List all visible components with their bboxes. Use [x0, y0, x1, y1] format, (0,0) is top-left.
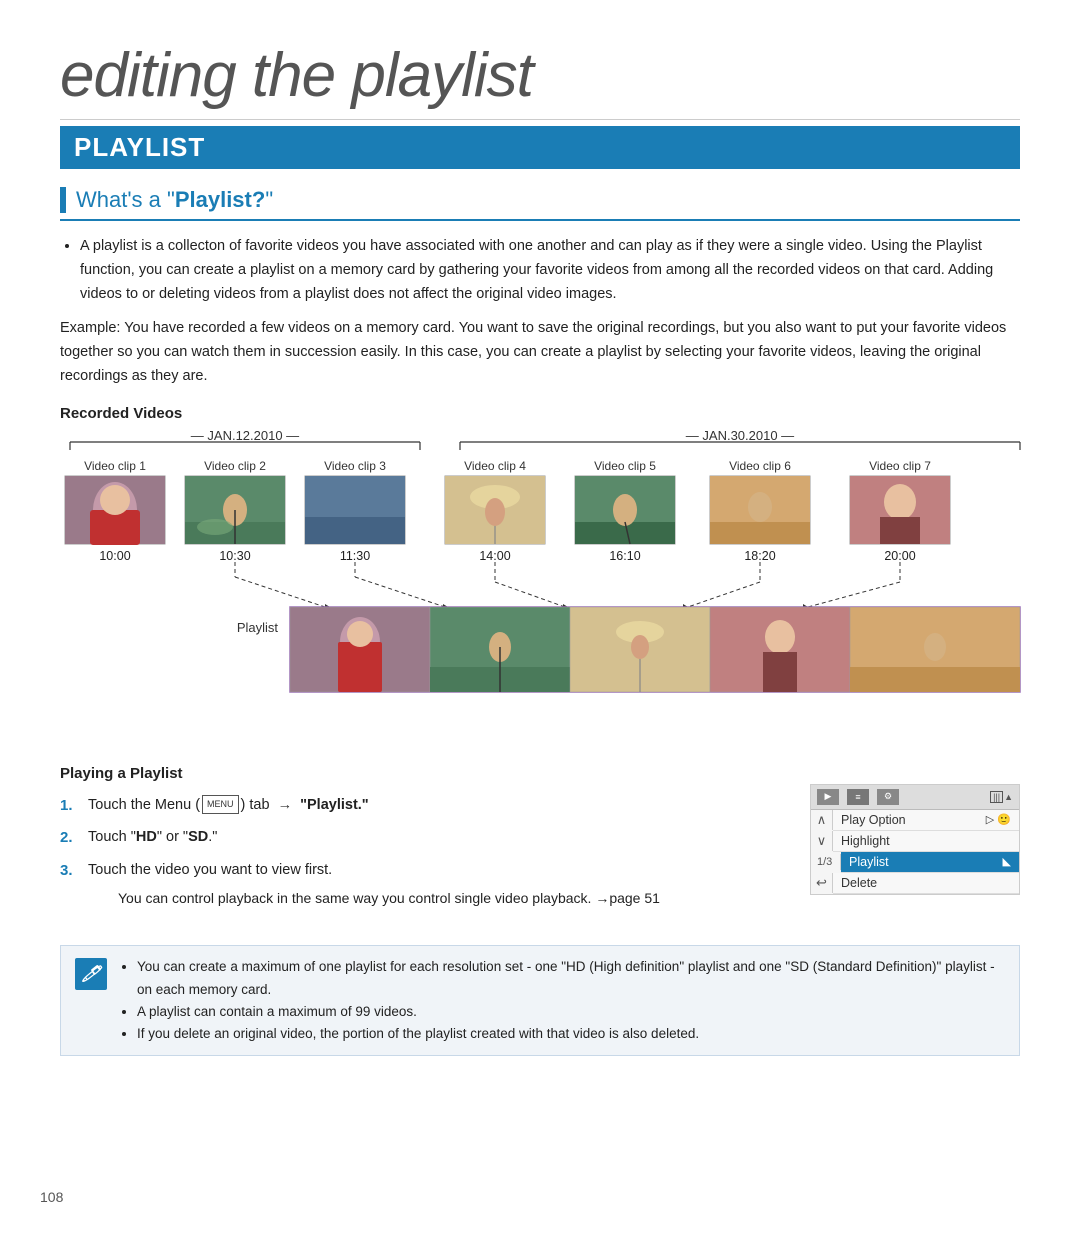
- menu-down-btn[interactable]: ∨: [811, 831, 833, 851]
- menu-item-playlist[interactable]: Playlist ◣: [841, 852, 1019, 873]
- menu-item-play-option[interactable]: Play Option ▷ 🙂: [833, 810, 1019, 831]
- svg-text:11:30: 11:30: [340, 549, 370, 563]
- sub-section-title: What's a "Playlist?": [60, 187, 1020, 221]
- menu-back-btn[interactable]: ↩: [811, 873, 833, 893]
- arrow-right-1: →: [278, 794, 293, 818]
- menu-icon-label: MENU: [202, 795, 239, 814]
- svg-text:20:00: 20:00: [884, 549, 915, 563]
- svg-text:— JAN.12.2010 —: — JAN.12.2010 —: [191, 428, 299, 443]
- svg-text:Video clip 4: Video clip 4: [464, 459, 526, 473]
- svg-text:— JAN.30.2010 —: — JAN.30.2010 —: [686, 428, 794, 443]
- step-2: 2. Touch "HD" or "SD.": [60, 826, 790, 851]
- svg-text:Video clip 7: Video clip 7: [869, 459, 931, 473]
- svg-text:10:00: 10:00: [99, 549, 130, 563]
- section-title-bar: PLAYLIST: [60, 126, 1020, 169]
- menu-item-delete[interactable]: Delete: [833, 873, 1019, 894]
- step-3-num: 3.: [60, 859, 82, 884]
- menu-panel: ▶ ≡ ⚙ ||| ▲ ∧ Play Option ▷ 🙂 ∨ Highlig: [810, 784, 1020, 895]
- step-3: 3. Touch the video you want to view firs…: [60, 859, 790, 917]
- recorded-videos-label: Recorded Videos: [60, 405, 1020, 422]
- example-text: Example: You have recorded a few videos …: [60, 317, 1020, 389]
- svg-text:Video clip 1: Video clip 1: [84, 459, 146, 473]
- svg-text:Video clip 5: Video clip 5: [594, 459, 656, 473]
- step-2-num: 2.: [60, 826, 82, 851]
- note-box: 🖊 You can create a maximum of one playli…: [60, 945, 1020, 1056]
- svg-text:Video clip 2: Video clip 2: [204, 459, 266, 473]
- note-3: If you delete an original video, the por…: [137, 1023, 1005, 1045]
- page-number: 108: [40, 1189, 63, 1205]
- what-is-body: A playlist is a collecton of favorite vi…: [60, 235, 1020, 307]
- menu-panel-nav: ∧ Play Option ▷ 🙂 ∨ Highlight 1/3 Playli…: [811, 810, 1019, 894]
- playing-section: Playing a Playlist ▶ ≡ ⚙ ||| ▲ ∧ Play Op…: [60, 765, 1020, 932]
- svg-text:Video clip 6: Video clip 6: [729, 459, 791, 473]
- svg-text:Video clip 3: Video clip 3: [324, 459, 386, 473]
- grid-icon: ≡: [847, 789, 869, 805]
- play-option-arrow: ▷ 🙂: [986, 813, 1011, 826]
- playing-label: Playing a Playlist: [60, 765, 1020, 782]
- menu-item-highlight[interactable]: Highlight: [833, 831, 1019, 852]
- step-3-sub-1: You can control playback in the same way…: [118, 887, 790, 909]
- diagram-area: — JAN.12.2010 — — JAN.30.2010 — Video cl…: [60, 432, 1020, 747]
- gear-icon: ⚙: [877, 789, 899, 805]
- step-3-sub-bullets: You can control playback in the same way…: [88, 887, 790, 909]
- menu-panel-top: ▶ ≡ ⚙ ||| ▲: [811, 785, 1019, 810]
- battery-icon: ||| ▲: [990, 791, 1013, 803]
- svg-text:10:30: 10:30: [219, 549, 250, 563]
- step-1-num: 1.: [60, 794, 82, 819]
- play-icon: ▶: [817, 789, 839, 805]
- svg-text:14:00: 14:00: [479, 549, 510, 563]
- svg-text:Playlist: Playlist: [237, 620, 279, 635]
- what-is-bullet: A playlist is a collecton of favorite vi…: [80, 235, 1020, 307]
- step-3-content: Touch the video you want to view first. …: [88, 859, 790, 917]
- playlist-arrow: ◣: [1003, 855, 1011, 868]
- menu-up-btn[interactable]: ∧: [811, 810, 833, 830]
- menu-nav-down-row: ∨ Highlight: [811, 831, 1019, 852]
- main-title: editing the playlist: [60, 40, 1020, 120]
- menu-nav-up-row: ∧ Play Option ▷ 🙂: [811, 810, 1019, 831]
- menu-nav-playlist-row: 1/3 Playlist ◣: [811, 852, 1019, 873]
- page-indicator: 1/3: [811, 854, 841, 870]
- svg-text:16:10: 16:10: [609, 549, 640, 563]
- blue-bar-decoration: [60, 187, 66, 213]
- what-is-title-post: ": [265, 187, 273, 213]
- what-is-title-bold: Playlist?: [175, 187, 265, 213]
- note-2: A playlist can contain a maximum of 99 v…: [137, 1001, 1005, 1023]
- note-list: You can create a maximum of one playlist…: [119, 956, 1005, 1045]
- menu-nav-delete-row: ↩ Delete: [811, 873, 1019, 894]
- note-1: You can create a maximum of one playlist…: [137, 956, 1005, 1001]
- step-1: 1. Touch the Menu (MENU) tab → "Playlist…: [60, 794, 790, 819]
- clips-diagram: — JAN.12.2010 — — JAN.30.2010 — Video cl…: [60, 432, 1020, 742]
- note-content: You can create a maximum of one playlist…: [119, 956, 1005, 1045]
- step-1-content: Touch the Menu (MENU) tab → "Playlist.": [88, 794, 790, 818]
- what-is-title-pre: What's a ": [76, 187, 175, 213]
- step-2-content: Touch "HD" or "SD.": [88, 826, 790, 850]
- note-icon: 🖊: [75, 958, 107, 990]
- svg-text:18:20: 18:20: [744, 549, 775, 563]
